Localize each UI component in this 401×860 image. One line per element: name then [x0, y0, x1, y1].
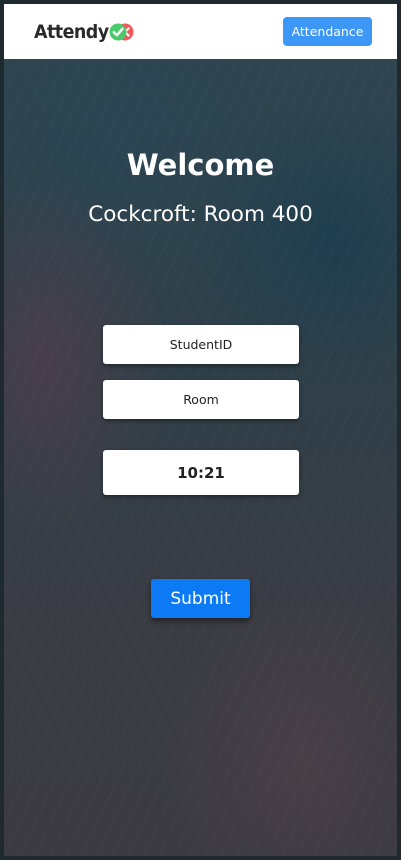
time-display[interactable]: 10:21	[103, 450, 299, 495]
brand-logo[interactable]: Attendy	[34, 18, 135, 46]
logo-text: Attendy	[34, 21, 109, 43]
page-title: Welcome	[126, 148, 275, 182]
location-subtitle: Cockcroft: Room 400	[88, 202, 313, 227]
check-x-icon	[109, 22, 135, 42]
student-id-input[interactable]	[103, 325, 299, 364]
top-nav-bar: Attendy Attendance	[4, 4, 397, 59]
room-input[interactable]	[103, 380, 299, 419]
attendance-button[interactable]: Attendance	[283, 17, 372, 46]
app-frame: Attendy Attendance Welcome Cockcroft: Ro…	[4, 4, 397, 856]
submit-button[interactable]: Submit	[151, 579, 250, 618]
